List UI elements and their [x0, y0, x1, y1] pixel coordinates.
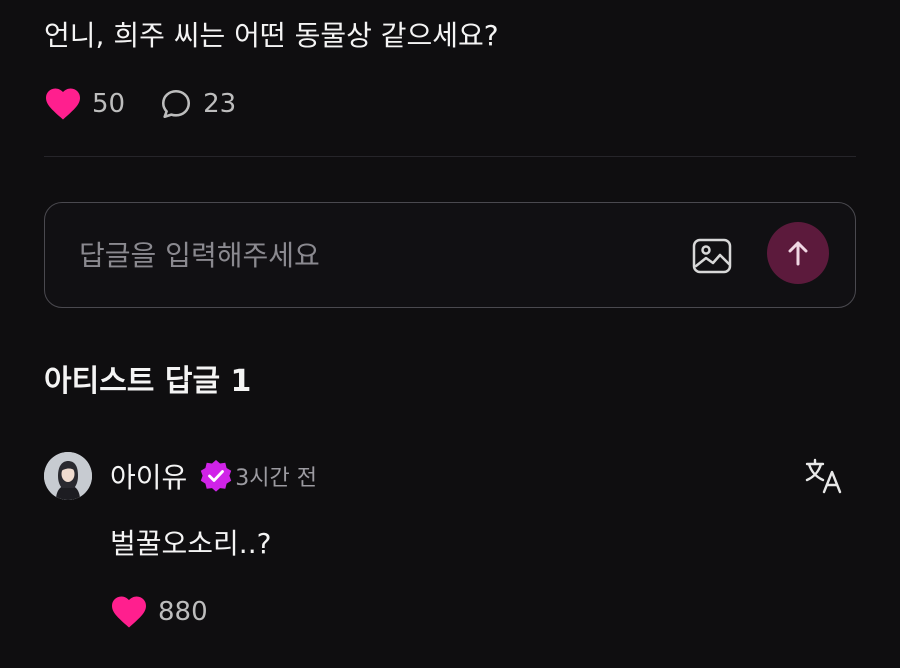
- avatar[interactable]: [44, 452, 92, 500]
- speech-bubble-icon: [159, 87, 193, 121]
- divider: [44, 156, 856, 157]
- comment-header: 아이유 3시간 전: [110, 454, 317, 498]
- heart-icon: [44, 87, 82, 121]
- post-comment-button[interactable]: 23: [159, 87, 236, 121]
- arrow-up-icon: [786, 239, 810, 267]
- post-like-count: 50: [92, 89, 126, 119]
- attach-image-button[interactable]: [689, 233, 735, 279]
- translate-icon: [805, 458, 843, 494]
- post-text: 언니, 희주 씨는 어떤 동물상 같으세요?: [44, 19, 499, 52]
- comment-time: 3시간 전: [235, 466, 317, 491]
- post-comment-count: 23: [203, 89, 237, 119]
- artist-replies-title: 아티스트 답글 1: [44, 364, 252, 399]
- comment-like-button[interactable]: 880: [110, 590, 208, 634]
- comment-body: 벌꿀오소리..?: [110, 527, 272, 560]
- reply-box: [44, 202, 856, 308]
- send-button[interactable]: [767, 222, 829, 284]
- author-name[interactable]: 아이유: [110, 456, 187, 496]
- post-stats: 50 23: [44, 82, 236, 126]
- verified-badge-icon: [199, 459, 233, 493]
- heart-icon: [110, 595, 148, 629]
- reply-input[interactable]: [79, 235, 639, 275]
- post-like-button[interactable]: 50: [44, 87, 125, 121]
- image-icon: [692, 238, 732, 274]
- translate-button[interactable]: [804, 456, 844, 496]
- comment-like-count: 880: [158, 597, 208, 627]
